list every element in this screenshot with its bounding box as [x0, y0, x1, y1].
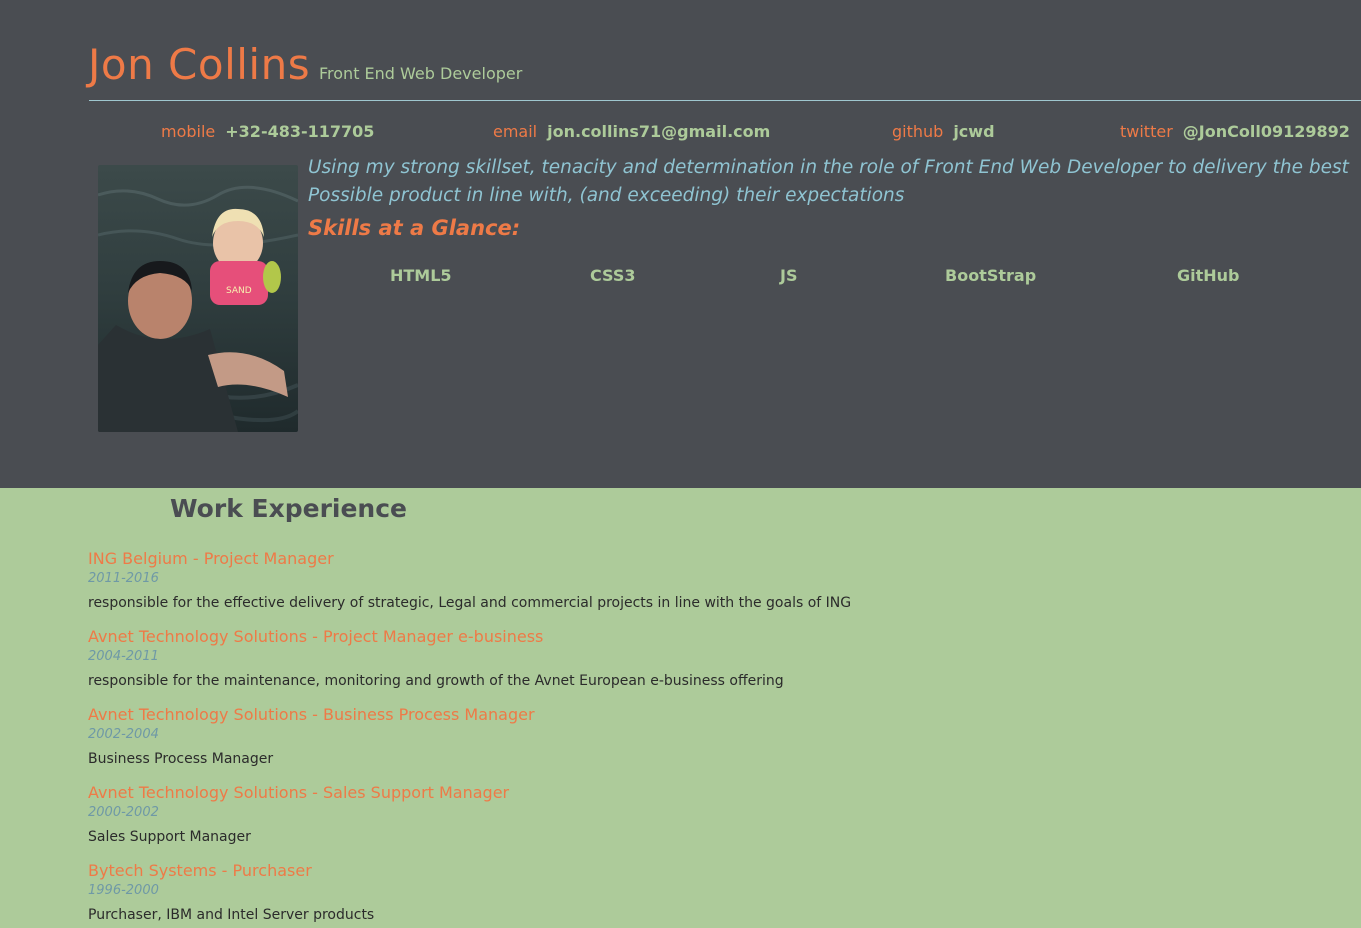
job-dates: 2002-2004 [88, 727, 159, 742]
contact-label: github [892, 122, 944, 141]
contact-value[interactable]: jcwd [953, 122, 994, 141]
contact-github: github jcwd [892, 122, 995, 141]
skill-item: CSS3 [590, 266, 636, 285]
work-experience-heading: Work Experience [170, 494, 407, 523]
contact-email: email jon.collins71@gmail.com [493, 122, 770, 141]
job-description: Business Process Manager [88, 751, 274, 767]
profile-photo: SAND [98, 165, 298, 432]
contact-twitter: twitter @JonColl09129892 [1120, 122, 1350, 141]
job-entry: ING Belgium - Project Manager 2011-2016 … [88, 549, 1288, 612]
job-entry: Bytech Systems - Purchaser 1996-2000 Pur… [88, 861, 1288, 924]
contact-value[interactable]: +32-483-117705 [225, 122, 374, 141]
job-dates: 2004-2011 [88, 649, 159, 664]
job-title: Avnet Technology Solutions - Business Pr… [88, 705, 535, 724]
job-dates: 2000-2002 [88, 805, 159, 820]
header-section: Jon Collins Front End Web Developer mobi… [0, 0, 1361, 488]
skills-heading: Skills at a Glance: [308, 216, 521, 240]
contact-label: twitter [1120, 122, 1173, 141]
contact-mobile: mobile +32-483-117705 [161, 122, 374, 141]
job-title: Avnet Technology Solutions - Project Man… [88, 627, 544, 646]
contact-label: email [493, 122, 538, 141]
skill-item: BootStrap [945, 266, 1037, 285]
contact-value[interactable]: jon.collins71@gmail.com [547, 122, 770, 141]
page-title: Jon Collins [88, 40, 311, 89]
job-dates: 2011-2016 [88, 571, 159, 586]
job-entry: Avnet Technology Solutions - Sales Suppo… [88, 783, 1288, 846]
job-role-subtitle: Front End Web Developer [319, 64, 523, 83]
job-description: responsible for the maintenance, monitor… [88, 673, 784, 689]
job-title: Bytech Systems - Purchaser [88, 861, 312, 880]
job-description: Sales Support Manager [88, 829, 251, 845]
job-title: Avnet Technology Solutions - Sales Suppo… [88, 783, 510, 802]
contact-label: mobile [161, 122, 216, 141]
job-description: responsible for the effective delivery o… [88, 595, 852, 611]
skill-item: JS [780, 266, 798, 285]
job-dates: 1996-2000 [88, 883, 159, 898]
skill-item: GitHub [1177, 266, 1240, 285]
job-entry: Avnet Technology Solutions - Business Pr… [88, 705, 1288, 768]
contact-value[interactable]: @JonColl09129892 [1183, 122, 1350, 141]
job-entry: Avnet Technology Solutions - Project Man… [88, 627, 1288, 690]
skill-item: HTML5 [390, 266, 452, 285]
job-description: Purchaser, IBM and Intel Server products [88, 907, 375, 923]
svg-text:SAND: SAND [226, 286, 252, 296]
job-title: ING Belgium - Project Manager [88, 549, 334, 568]
header-divider [89, 100, 1361, 101]
intro-statement: Using my strong skillset, tenacity and d… [308, 157, 1349, 206]
